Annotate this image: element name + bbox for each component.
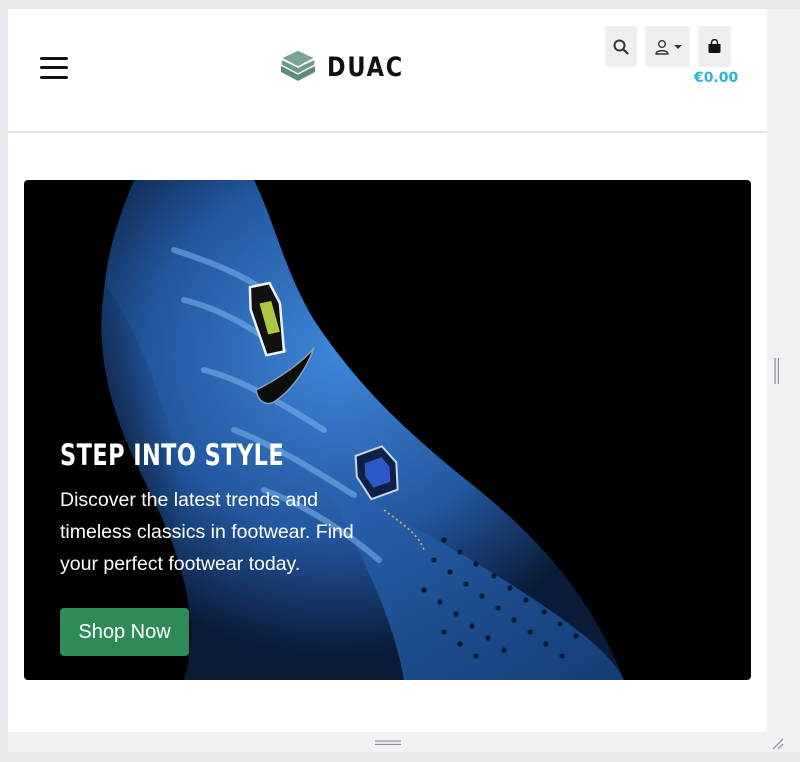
shopping-bag-icon bbox=[708, 39, 721, 53]
site-header: DUAC €0.00 bbox=[8, 9, 767, 133]
cart-total[interactable]: €0.00 bbox=[694, 70, 738, 86]
brand-name: DUAC bbox=[327, 51, 404, 83]
search-icon bbox=[613, 39, 629, 55]
hero-sneaker-image bbox=[24, 180, 625, 680]
search-button[interactable] bbox=[605, 26, 637, 67]
hamburger-line bbox=[40, 76, 68, 79]
user-icon bbox=[654, 39, 669, 55]
account-dropdown-button[interactable] bbox=[645, 26, 690, 67]
hero-banner: STEP INTO STYLE Discover the latest tren… bbox=[24, 180, 751, 680]
hero-description: Discover the latest trends and timeless … bbox=[60, 489, 354, 575]
hero-title: STEP INTO STYLE bbox=[60, 438, 285, 472]
cart-button[interactable] bbox=[698, 26, 731, 67]
horizontal-resize-bar[interactable] bbox=[8, 732, 800, 752]
horizontal-grip-icon[interactable] bbox=[375, 740, 401, 746]
vertical-resize-bar[interactable] bbox=[767, 9, 800, 732]
page-frame: DUAC €0.00 STEP INTO STYLE Discover the … bbox=[8, 9, 767, 732]
resize-corner-icon[interactable] bbox=[770, 736, 784, 750]
vertical-grip-icon[interactable] bbox=[774, 358, 780, 384]
caret-down-icon bbox=[673, 44, 682, 49]
hamburger-line bbox=[40, 66, 68, 69]
site-logo[interactable]: DUAC bbox=[279, 47, 411, 87]
shop-now-button[interactable]: Shop Now bbox=[60, 608, 189, 656]
hamburger-line bbox=[40, 57, 68, 60]
hamburger-menu-button[interactable] bbox=[40, 56, 70, 82]
layers-icon bbox=[279, 49, 317, 81]
